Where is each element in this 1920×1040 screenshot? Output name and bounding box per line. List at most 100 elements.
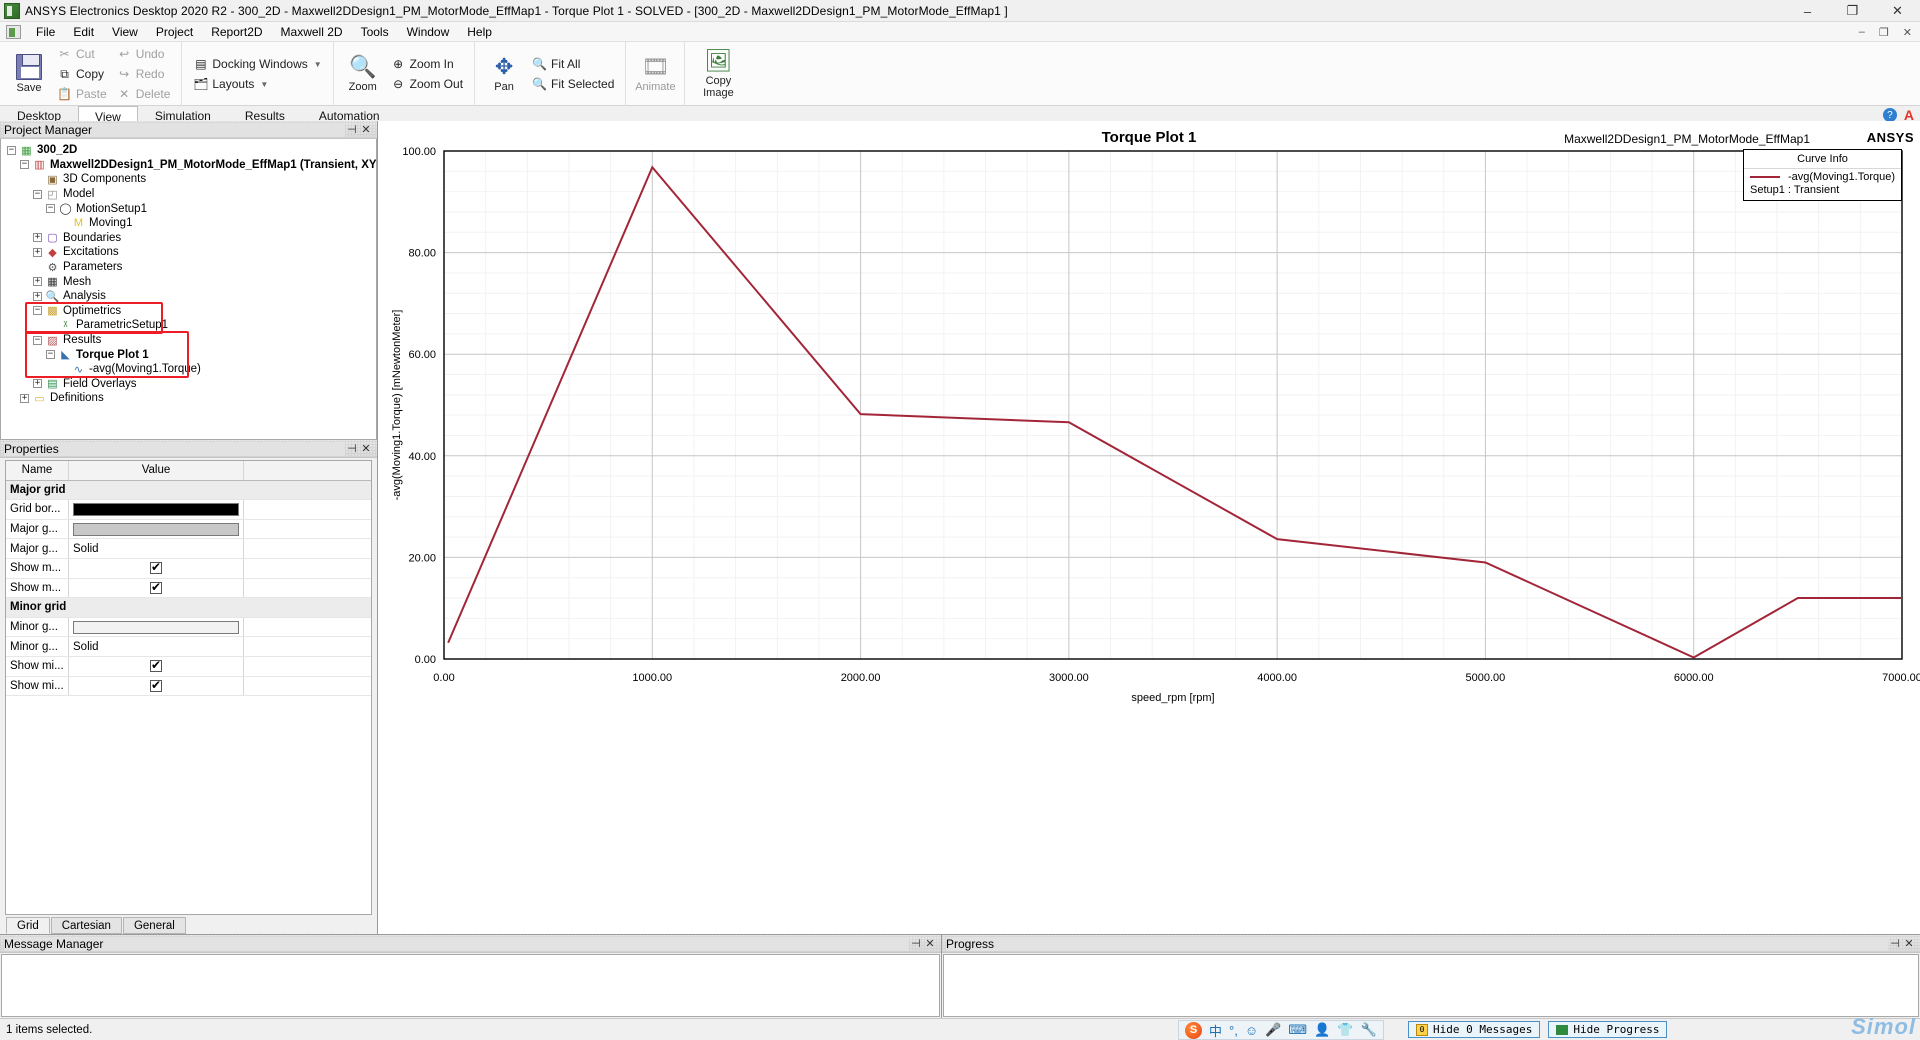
paste-button[interactable]: 📋 Paste [52,85,112,104]
properties-row[interactable]: Minor g... Solid [6,637,371,657]
tree-node-avg-moving1-torque[interactable]: ∿ -avg(Moving1.Torque) [5,362,376,377]
zoom-in-button[interactable]: ⊕ Zoom In [386,55,468,74]
shirt-icon[interactable]: 👕 [1337,1022,1353,1038]
properties-row[interactable]: Minor g... [6,617,371,638]
progress-body[interactable] [943,954,1919,1017]
collapse-icon[interactable]: − [20,160,29,170]
save-button[interactable]: Save [6,44,52,104]
pin-icon[interactable]: ⊣ [909,937,923,951]
layouts-button[interactable]: 🗂 Layouts ▼ [188,75,326,94]
tree-node-300-2d[interactable]: − ▦ 300_2D [5,143,376,158]
property-value[interactable] [69,558,244,578]
tab-cartesian[interactable]: Cartesian [50,917,122,934]
checkbox[interactable] [150,678,162,692]
collapse-icon[interactable]: − [33,189,42,199]
expand-icon[interactable]: + [20,393,29,403]
mdi-close-button[interactable]: ✕ [1899,26,1916,39]
emoji-icon[interactable]: ☺ [1245,1023,1258,1038]
close-icon[interactable]: ✕ [359,123,373,137]
maximize-button[interactable]: ❐ [1830,0,1875,22]
tree-node-results[interactable]: − ▨ Results [5,333,376,348]
property-value[interactable] [69,617,244,637]
expand-icon[interactable]: + [33,291,42,301]
zoom-button[interactable]: 🔍 Zoom [340,44,386,104]
plot-canvas[interactable]: Torque Plot 1 Maxwell2DDesign1_PM_MotorM… [378,121,1920,934]
color-swatch[interactable] [73,502,239,516]
expand-icon[interactable]: + [33,277,42,287]
checkbox[interactable] [150,658,162,673]
animate-button[interactable]: 🎞 Animate [632,44,678,104]
cut-button[interactable]: ✂ Cut [52,45,112,64]
menu-help[interactable]: Help [458,23,501,41]
tree-node-maxwell2ddesign1-pm-motormode-effmap1-transient-xy[interactable]: − ▥ Maxwell2DDesign1_PM_MotorMode_EffMap1 … [5,158,376,173]
close-icon[interactable]: ✕ [923,937,937,951]
tree-node-moving1[interactable]: M Moving1 [5,216,376,231]
properties-row[interactable]: Show m... [6,578,371,599]
punctuation-icon[interactable]: °, [1229,1023,1238,1038]
checkbox[interactable] [150,580,162,594]
collapse-icon[interactable]: − [46,204,55,214]
fit-all-button[interactable]: 🔍 Fit All [527,55,619,74]
undo-button[interactable]: ↩ Undo [112,45,176,64]
collapse-icon[interactable]: − [46,350,55,360]
menu-maxwell2d[interactable]: Maxwell 2D [272,23,352,41]
menu-project[interactable]: Project [147,23,202,41]
menu-report2d[interactable]: Report2D [202,23,271,41]
property-value[interactable] [69,578,244,598]
properties-row[interactable]: Show mi... [6,656,371,677]
user-icon[interactable]: 👤 [1314,1022,1330,1038]
project-tree[interactable]: − ▦ 300_2D − ▥ Maxwell2DDesign1_PM_MotorMode_… [0,139,377,440]
hide-messages-button[interactable]: 0 Hide 0 Messages [1408,1021,1541,1038]
property-value[interactable]: Solid [69,539,244,558]
properties-row[interactable]: Major g... [6,519,371,540]
properties-row[interactable]: Show m... [6,558,371,579]
property-value[interactable]: Solid [69,637,244,656]
collapse-icon[interactable]: − [33,335,42,345]
delete-button[interactable]: ✕ Delete [112,85,176,104]
properties-table[interactable]: Name Value Major grid Grid bor... Major g...… [5,460,372,915]
fit-selected-button[interactable]: 🔍 Fit Selected [527,75,619,94]
expand-icon[interactable]: + [33,247,42,257]
mdi-minimize-button[interactable]: – [1855,26,1869,38]
chinese-input-icon[interactable]: 中 [1209,1021,1222,1040]
sogou-icon[interactable]: S [1185,1021,1202,1039]
tree-node-motionsetup1[interactable]: − ◯ MotionSetup1 [5,201,376,216]
keyboard-icon[interactable]: ⌨ [1288,1022,1307,1038]
tree-node-field-overlays[interactable]: + ▤ Field Overlays [5,377,376,392]
docking-windows-button[interactable]: ▤ Docking Windows ▼ [188,55,326,74]
curve-info-legend[interactable]: Curve Info -avg(Moving1.Torque) Setup1 :… [1743,149,1902,201]
pin-icon[interactable]: ⊣ [345,442,359,456]
tree-node-3d-components[interactable]: ▣ 3D Components [5,172,376,187]
tab-grid[interactable]: Grid [6,917,50,934]
property-value[interactable] [69,519,244,539]
properties-row[interactable]: Show mi... [6,676,371,697]
color-swatch[interactable] [73,620,239,634]
tree-node-definitions[interactable]: + ▭ Definitions [5,391,376,406]
tree-node-parameters[interactable]: ⚙ Parameters [5,260,376,275]
mdi-restore-button[interactable]: ❐ [1875,26,1893,39]
hide-progress-button[interactable]: Hide Progress [1548,1021,1668,1038]
wrench-icon[interactable]: 🔧 [1360,1022,1376,1038]
tree-node-model[interactable]: − ◰ Model [5,187,376,202]
microphone-icon[interactable]: 🎤 [1265,1022,1281,1038]
close-icon[interactable]: ✕ [1902,937,1916,951]
tab-general[interactable]: General [122,917,186,934]
mdi-window-controls[interactable]: – ❐ ✕ [1855,22,1916,42]
tree-node-parametricsetup1[interactable]: ᵡ ParametricSetup1 [5,318,376,333]
ime-tray[interactable]: S 中 °, ☺ 🎤 ⌨ 👤 👕 🔧 [1178,1020,1384,1040]
zoom-out-button[interactable]: ⊖ Zoom Out [386,75,468,94]
expand-icon[interactable]: + [33,379,42,389]
collapse-icon[interactable]: − [7,145,16,155]
message-manager-body[interactable] [1,954,940,1017]
menu-window[interactable]: Window [398,23,459,41]
menu-edit[interactable]: Edit [64,23,103,41]
properties-row[interactable]: Grid bor... [6,500,371,520]
minimize-button[interactable]: – [1785,0,1830,22]
pan-button[interactable]: ✥ Pan [481,44,527,104]
color-swatch[interactable] [73,522,239,536]
tree-node-excitations[interactable]: + ◆ Excitations [5,245,376,260]
collapse-icon[interactable]: − [33,306,42,316]
menu-tools[interactable]: Tools [352,23,398,41]
redo-button[interactable]: ↪ Redo [112,65,176,84]
close-button[interactable]: ✕ [1875,0,1920,22]
